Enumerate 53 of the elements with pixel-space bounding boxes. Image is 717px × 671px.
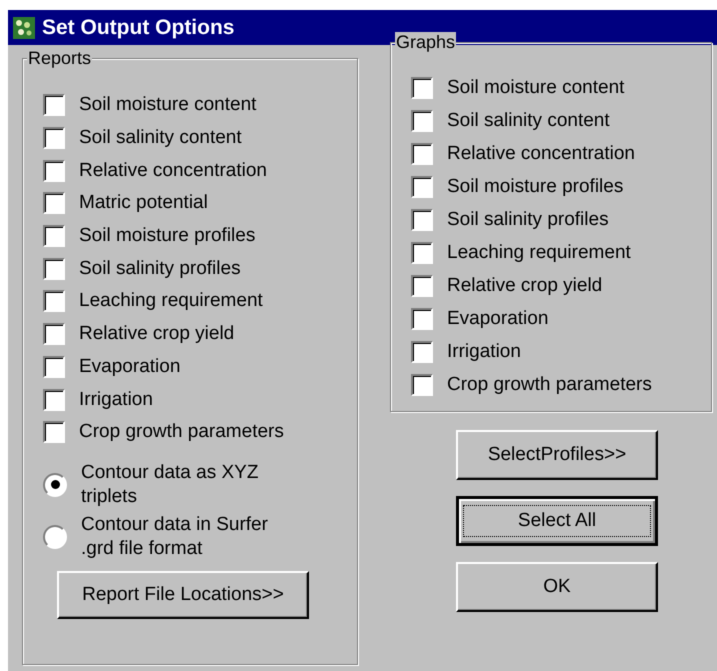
checkbox[interactable] [43, 356, 65, 378]
radio-label: Contour data as XYZ triplets [81, 460, 260, 509]
checkbox-label: Soil salinity profiles [447, 208, 609, 230]
group-label: Graphs [395, 32, 456, 52]
checkbox[interactable] [411, 208, 433, 230]
dialog-button[interactable]: OK [456, 562, 658, 612]
checkbox-label: Soil salinity content [79, 127, 242, 150]
checkbox-label: Matric potential [79, 192, 208, 214]
checkbox[interactable] [411, 274, 433, 296]
dialog-button[interactable]: SelectProfiles>> [456, 430, 658, 480]
window-title: Set Output Options [42, 16, 234, 40]
checkbox[interactable] [411, 110, 433, 132]
app-icon [12, 16, 36, 40]
checkbox-label: Relative concentration [447, 142, 635, 164]
checkbox[interactable] [411, 142, 433, 164]
checkbox-label: Leaching requirement [447, 242, 631, 264]
checkbox-label: Relative crop yield [447, 274, 602, 296]
checkbox-label: Leaching requirement [79, 290, 263, 312]
radio-label: Contour data in Surfer .grd file format [81, 512, 269, 561]
checkbox[interactable] [43, 160, 65, 182]
checkbox-label: Crop growth parameters [447, 374, 652, 396]
checkbox[interactable] [411, 76, 433, 98]
checkbox-label: Soil moisture profiles [79, 225, 256, 248]
checkbox-label: Soil moisture profiles [447, 176, 624, 198]
radio-button[interactable] [43, 472, 67, 497]
checkbox-label: Crop growth parameters [79, 421, 284, 444]
checkbox[interactable] [43, 192, 65, 214]
checkbox-label: Relative concentration [79, 160, 267, 182]
checkbox[interactable] [43, 225, 65, 248]
checkbox-label: Evaporation [447, 308, 548, 330]
checkbox[interactable] [411, 374, 433, 396]
checkbox[interactable] [43, 323, 65, 346]
checkbox-label: Relative crop yield [79, 323, 234, 346]
radio-button[interactable] [43, 524, 67, 549]
checkbox[interactable] [43, 290, 65, 312]
checkbox-label: Soil salinity profiles [79, 258, 241, 280]
checkbox[interactable] [411, 308, 433, 330]
checkbox[interactable] [411, 340, 433, 362]
checkbox[interactable] [411, 242, 433, 264]
checkbox[interactable] [43, 127, 65, 150]
checkbox[interactable] [411, 176, 433, 198]
report-file-locations-button[interactable]: Report File Locations>> [57, 570, 309, 619]
checkbox[interactable] [43, 94, 65, 116]
checkbox[interactable] [43, 388, 65, 411]
checkbox[interactable] [43, 258, 65, 280]
checkbox-label: Soil moisture content [447, 76, 624, 98]
checkbox-label: Evaporation [79, 356, 180, 378]
checkbox-label: Soil moisture content [79, 94, 256, 116]
checkbox[interactable] [43, 421, 65, 444]
checkbox-label: Irrigation [79, 388, 153, 411]
dialog-button[interactable]: Select All [456, 496, 658, 546]
checkbox-label: Irrigation [447, 340, 521, 362]
checkbox-label: Soil salinity content [447, 110, 610, 132]
